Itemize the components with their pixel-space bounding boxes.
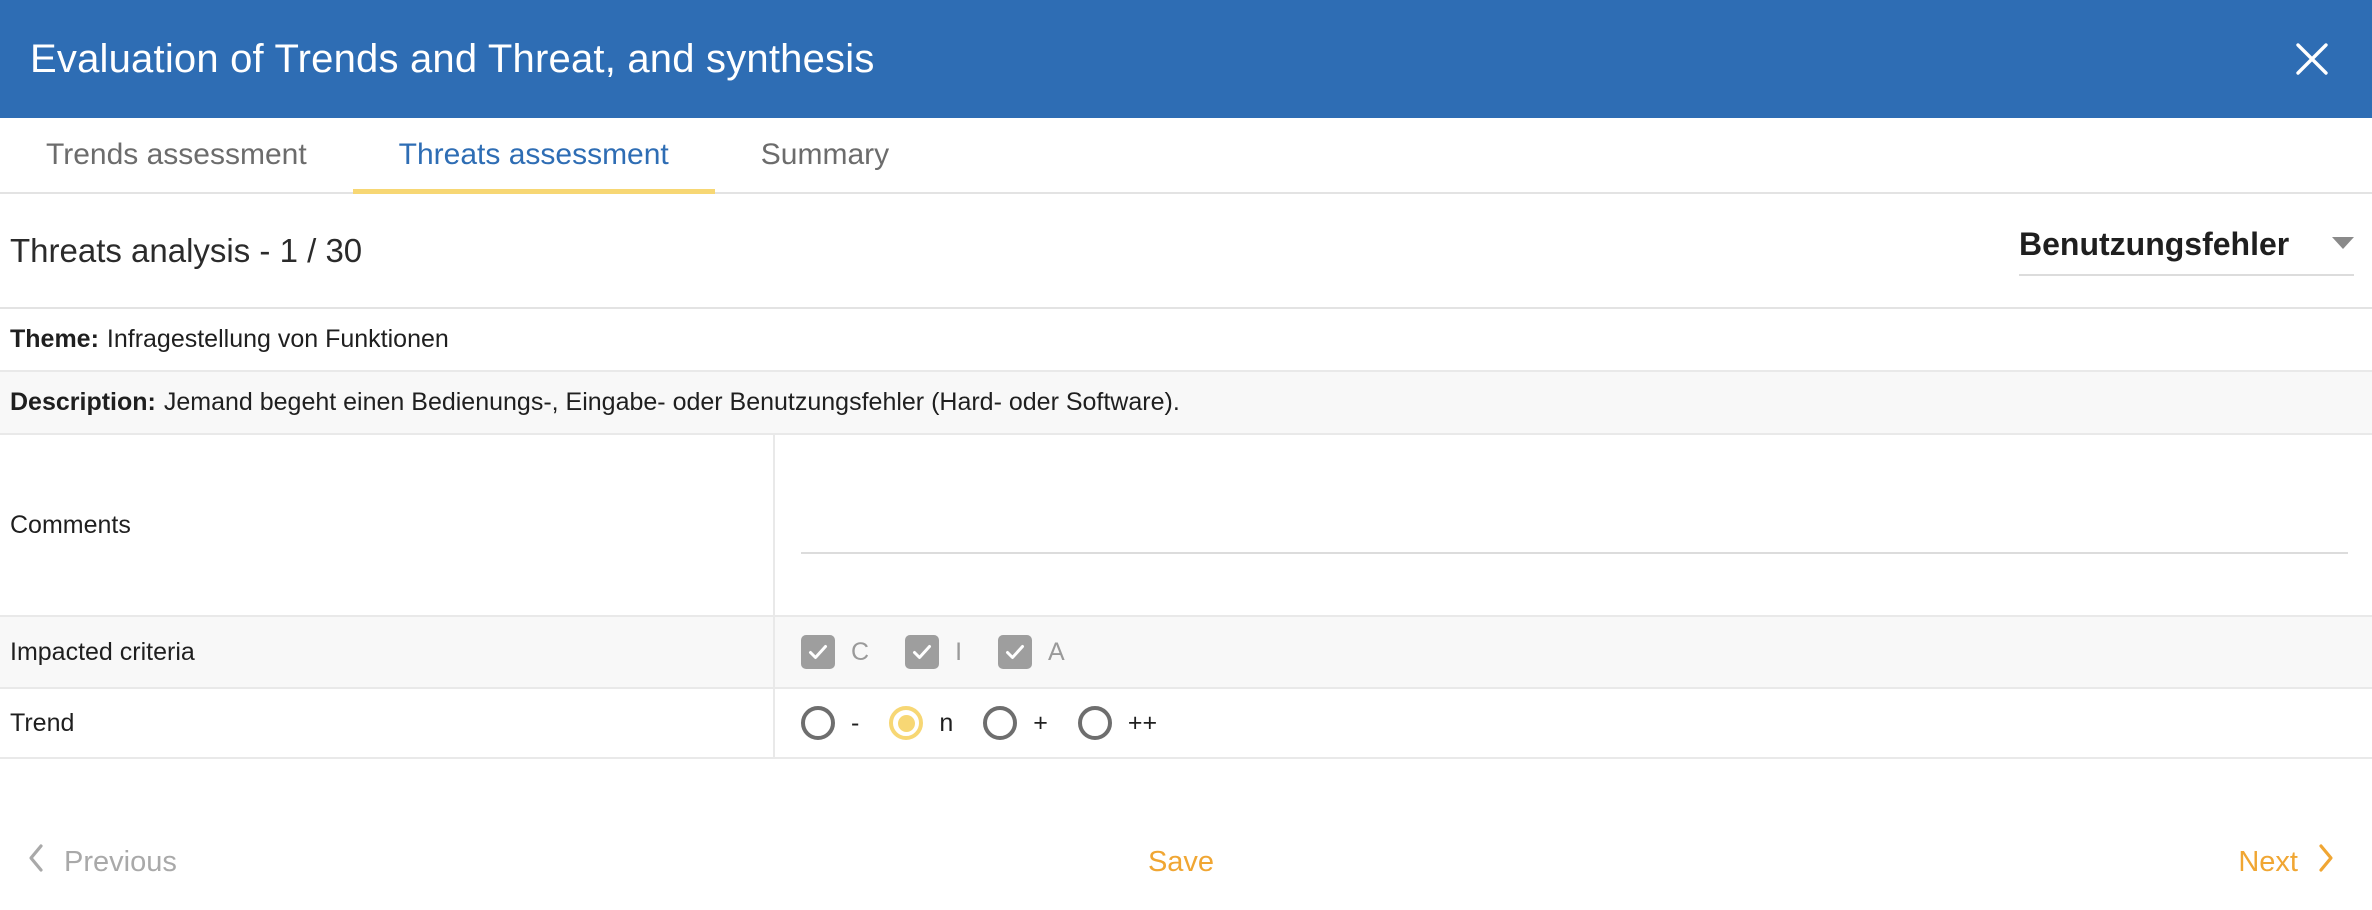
trend-radio-plusplus[interactable] [1077,706,1112,740]
criteria-checkbox-a[interactable] [998,635,1033,669]
tab-label: Trends assessment [46,138,307,171]
check-icon [1004,641,1026,663]
chevron-right-icon [2316,843,2336,881]
dialog-footer: Previous Save Next [0,814,2372,910]
description-label: Description: [10,388,156,416]
criteria-label-c: C [851,637,870,666]
tab-trends-assessment[interactable]: Trends assessment [0,118,353,192]
criteria-checkbox-group: C I A [801,635,1101,669]
criteria-item-a: A [998,635,1065,669]
tab-label: Threats assessment [398,138,669,171]
next-button[interactable]: Next [2238,843,2336,881]
close-icon [2294,41,2330,77]
trend-label: Trend [0,689,775,757]
table-row-impacted-criteria: Impacted criteria C I A [0,617,2372,689]
tab-label: Summary [760,138,890,171]
next-label: Next [2238,845,2298,878]
table-row-theme: Theme: Infragestellung von Funktionen [0,309,2372,372]
trend-option-plus: + [983,706,1048,740]
criteria-label-i: I [955,637,963,666]
previous-label: Previous [64,845,177,878]
threat-details-table: Theme: Infragestellung von Funktionen De… [0,307,2372,814]
criteria-checkbox-i[interactable] [905,635,940,669]
trend-radio-label-minus: - [851,708,860,737]
table-row-comments: Comments [0,435,2372,617]
footer-actions: Previous Save Next [26,843,2336,881]
tab-summary[interactable]: Summary [715,118,935,192]
check-icon [911,641,933,663]
comments-label: Comments [0,435,775,615]
tab-threats-assessment[interactable]: Threats assessment [352,118,715,194]
category-select-control[interactable]: Benutzungsfehler [2019,226,2354,276]
save-button[interactable]: Save [1148,846,1214,879]
trend-radio-label-n: n [939,708,954,737]
trend-radio-group: - n + ++ [801,706,1187,740]
trend-radio-plus[interactable] [983,706,1018,740]
comments-input[interactable] [801,517,2348,554]
section-header: Threats analysis - 1 / 30 Benutzungsfehl… [0,194,2372,307]
check-icon [807,641,829,663]
theme-value: Infragestellung von Funktionen [106,325,449,353]
criteria-item-c: C [801,635,869,669]
description-field: Description: Jemand begeht einen Bedienu… [0,372,1190,433]
trend-option-n: n [889,706,953,740]
tab-bar: Trends assessment Threats assessment Sum… [0,118,2372,194]
theme-label: Theme: [10,325,99,353]
criteria-item-i: I [905,635,962,669]
trend-option-plusplus: ++ [1077,706,1158,740]
dialog-title: Evaluation of Trends and Threat, and syn… [30,37,875,81]
dialog-titlebar: Evaluation of Trends and Threat, and syn… [0,0,2372,118]
save-label: Save [1147,845,1215,878]
trend-radio-n[interactable] [889,706,924,740]
trend-option-minus: - [801,706,859,740]
trend-radio-minus[interactable] [801,706,835,740]
modal-dialog: Evaluation of Trends and Threat, and syn… [0,0,2372,910]
impacted-criteria-label: Impacted criteria [0,617,775,687]
criteria-label-a: A [1048,637,1065,666]
impacted-criteria-cell: C I A [775,617,2372,687]
trend-radio-label-plusplus: ++ [1127,708,1158,737]
chevron-down-icon [2332,236,2354,249]
page-title: Threats analysis - 1 / 30 [10,231,363,269]
trend-cell: - n + ++ [775,689,2372,757]
description-value: Jemand begeht einen Bedienungs-, Eingabe… [163,388,1180,416]
category-select[interactable]: Benutzungsfehler [2019,226,2354,276]
comments-cell [775,435,2372,615]
chevron-left-icon [26,843,46,881]
theme-field: Theme: Infragestellung von Funktionen [0,309,459,370]
table-row-description: Description: Jemand begeht einen Bedienu… [0,372,2372,435]
category-select-value: Benutzungsfehler [2019,225,2290,262]
radio-selected-dot [897,714,915,732]
table-row-trend: Trend - n + ++ [0,689,2372,759]
criteria-checkbox-c[interactable] [801,635,835,669]
close-button[interactable] [2284,31,2340,87]
previous-button[interactable]: Previous [26,843,177,881]
trend-radio-label-plus: + [1033,708,1048,737]
